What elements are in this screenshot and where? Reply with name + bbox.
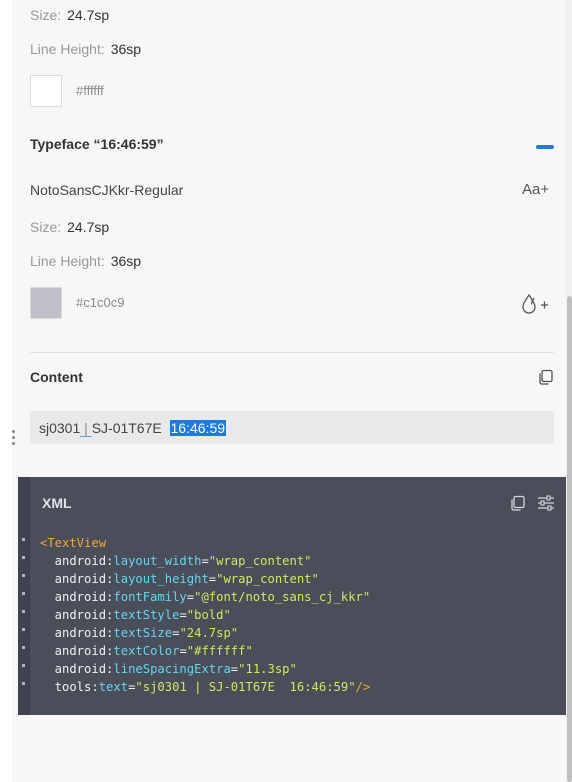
primary-line-height-row: Line Height: 36sp	[30, 41, 141, 57]
xml-token: "@font/noto_sans_cj_kkr"	[194, 590, 371, 604]
xml-token: textSize	[113, 626, 173, 640]
xml-token: android	[40, 644, 107, 658]
xml-token: =	[179, 608, 187, 622]
font-add-icon[interactable]: Aa+	[522, 181, 549, 198]
xml-token: text	[98, 680, 129, 694]
size-value: 24.7sp	[67, 219, 110, 235]
xml-code-line: android:fontFamily="@font/noto_sans_cj_k…	[40, 588, 371, 606]
content-text[interactable]: sj0301 | SJ-01T67E 16:46:59	[39, 420, 227, 437]
xml-code-line: android:textStyle="bold"	[40, 606, 370, 624]
xml-token: =	[186, 590, 195, 604]
xml-code-block[interactable]: <TextView android:layout_width="wrap_con…	[40, 534, 370, 696]
section-divider	[30, 352, 554, 353]
xml-token: android	[40, 590, 107, 604]
xml-token: lineSpacingExtra	[113, 662, 231, 676]
primary-size-row: Size: 24.7sp	[30, 7, 109, 23]
line-gutter	[18, 477, 30, 715]
xml-token: "wrap_content"	[208, 554, 312, 568]
xml-token: "24.7sp"	[179, 626, 239, 640]
size-label: Size:	[30, 7, 62, 23]
size-value: 24.7sp	[67, 7, 110, 23]
xml-token: "bold"	[186, 608, 231, 622]
xml-token: android	[40, 626, 107, 640]
typeface-color-swatch[interactable]	[30, 287, 62, 319]
xml-code-panel: XML <TextView android:layout_width="wrap…	[18, 477, 566, 715]
primary-color-hex[interactable]: #ffffff	[76, 83, 104, 98]
xml-token: />	[355, 680, 371, 694]
xml-token: android	[40, 572, 107, 586]
xml-code-line: tools:text="sj0301 | SJ-01T67E 16:46:59"…	[40, 678, 371, 696]
xml-token: layout_width	[113, 554, 202, 568]
content-selected-text[interactable]: 16:46:59	[169, 420, 227, 436]
xml-title: XML	[42, 495, 72, 511]
xml-token: "11.3sp"	[238, 662, 297, 676]
xml-code-line: <TextView	[40, 534, 370, 552]
typeface-font-name: NotoSansCJKkr-Regular	[30, 182, 184, 198]
content-separator: |	[80, 420, 92, 437]
xml-token: textColor	[113, 644, 180, 658]
line-height-value: 36sp	[110, 41, 142, 57]
color-drop-add-icon[interactable]	[521, 292, 551, 318]
line-height-label: Line Height:	[30, 253, 105, 269]
scrollbar-thumb[interactable]	[567, 296, 572, 782]
xml-token: "sj0301 | SJ-01T67E 16:46:59"	[135, 680, 356, 694]
xml-code-line: android:layout_width="wrap_content"	[40, 552, 370, 570]
collapse-icon[interactable]	[536, 145, 554, 149]
content-title: Content	[30, 369, 83, 385]
xml-token: =	[179, 644, 187, 658]
content-text-middle: SJ-01T67E	[91, 420, 170, 436]
xml-token: textStyle	[113, 608, 180, 622]
size-label: Size:	[30, 219, 62, 235]
xml-token: "#ffffff"	[186, 644, 253, 658]
copy-xml-icon[interactable]	[510, 495, 526, 516]
copy-content-icon[interactable]	[538, 369, 554, 389]
more-options-icon[interactable]	[12, 430, 16, 448]
xml-token: tools	[40, 680, 92, 694]
typeface-title: Typeface “16:46:59”	[30, 136, 164, 152]
xml-token: android	[40, 662, 107, 676]
typeface-color-hex[interactable]: #c1c0c9	[76, 295, 124, 310]
xml-token: android	[40, 554, 107, 568]
line-height-value: 36sp	[110, 253, 142, 269]
typeface-line-height-row: Line Height: 36sp	[30, 253, 141, 269]
xml-code-line: android:layout_height="wrap_content"	[40, 570, 370, 588]
xml-token: android	[40, 608, 107, 622]
content-text-start: sj0301	[39, 420, 81, 436]
xml-token: layout_height	[113, 572, 209, 586]
xml-code-line: android:lineSpacingExtra="11.3sp"	[40, 660, 370, 678]
content-text-box[interactable]: sj0301 | SJ-01T67E 16:46:59	[30, 411, 554, 444]
xml-token: <TextView	[40, 536, 107, 550]
xml-token: fontFamily	[113, 590, 187, 604]
primary-color-swatch[interactable]	[30, 75, 62, 107]
xml-token: =	[201, 554, 209, 568]
typeface-size-row: Size: 24.7sp	[30, 219, 109, 235]
xml-token: :	[91, 680, 99, 694]
line-height-label: Line Height:	[30, 41, 105, 57]
xml-code-line: android:textColor="#ffffff"	[40, 642, 370, 660]
xml-token: "wrap_content"	[216, 572, 319, 586]
settings-sliders-icon[interactable]	[537, 495, 555, 516]
xml-code-line: android:textSize="24.7sp"	[40, 624, 370, 642]
